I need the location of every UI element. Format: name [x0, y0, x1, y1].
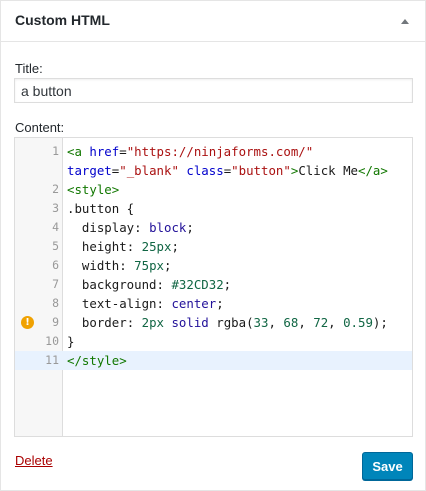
code-line[interactable]: 9! border: 2px solid rgba(33, 68, 72, 0.… — [15, 313, 412, 332]
code-line[interactable]: 1 <a href="https://ninjaforms.com/" — [15, 142, 412, 161]
save-button[interactable]: Save — [362, 452, 413, 480]
content-label: Content: — [15, 120, 65, 135]
code-line[interactable]: 3 .button { — [15, 199, 412, 218]
code-text: background: #32CD32; — [81, 277, 232, 292]
line-number: 1 — [52, 144, 59, 158]
code-line[interactable]: 2 <style> — [15, 180, 412, 199]
arrow-up-icon[interactable] — [397, 14, 413, 28]
code-editor[interactable]: 1 <a href="https://ninjaforms.com/" target… — [14, 137, 413, 437]
code-area[interactable]: 1 <a href="https://ninjaforms.com/" target… — [15, 138, 412, 436]
code-line[interactable]: 6 width: 75px; — [15, 256, 412, 275]
code-line[interactable]: 4 display: block; — [15, 218, 412, 237]
title-label: Title: — [15, 61, 43, 76]
code-line[interactable]: 10} — [15, 332, 412, 351]
line-number: 8 — [52, 296, 59, 310]
code-text: <style> — [67, 182, 120, 197]
line-number: 10 — [45, 334, 59, 348]
code-text: } — [67, 334, 75, 349]
line-number: 4 — [52, 220, 59, 234]
code-line[interactable]: target="_blank" class="button">Click Me<… — [15, 161, 412, 180]
line-number: 2 — [52, 182, 59, 196]
warning-icon[interactable]: ! — [21, 316, 34, 329]
code-text: text-align: center; — [81, 296, 224, 311]
code-text: target="_blank" class="button">Click Me<… — [67, 163, 388, 178]
code-text: </style> — [67, 353, 127, 368]
code-text: width: 75px; — [81, 258, 172, 273]
title-input[interactable] — [14, 78, 413, 103]
code-line[interactable]: 7 background: #32CD32; — [15, 275, 412, 294]
line-number: 6 — [52, 258, 59, 272]
widget-title: Custom HTML — [15, 12, 110, 28]
custom-html-widget: Custom HTML Title: Content: 1 <a href="ht… — [0, 0, 426, 491]
code-line[interactable]: 5 height: 25px; — [15, 237, 412, 256]
line-number: 5 — [52, 239, 59, 253]
delete-link[interactable]: Delete — [15, 453, 53, 468]
line-number: 11 — [45, 353, 59, 367]
widget-header[interactable]: Custom HTML — [1, 1, 425, 42]
code-text: .button { — [67, 201, 135, 216]
code-line[interactable]: 11 </style> — [15, 351, 412, 370]
line-number: 3 — [52, 201, 59, 215]
line-number: 7 — [52, 277, 59, 291]
code-text: border: 2px solid rgba(33, 68, 72, 0.59)… — [81, 315, 388, 330]
code-text: <a href="https://ninjaforms.com/" — [67, 144, 314, 159]
code-text: height: 25px; — [81, 239, 179, 254]
code-text: display: block; — [81, 220, 194, 235]
code-line[interactable]: 8 text-align: center; — [15, 294, 412, 313]
